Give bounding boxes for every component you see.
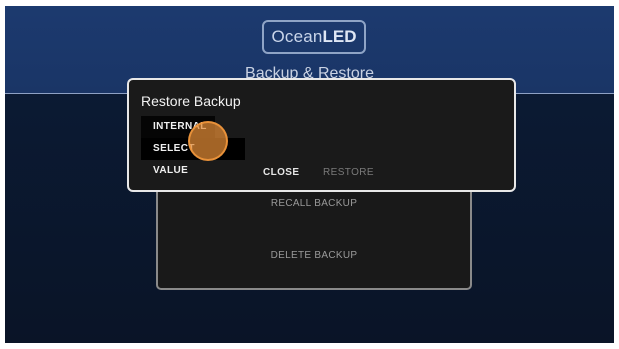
restore-button[interactable]: RESTORE xyxy=(323,167,374,178)
delete-backup-button[interactable]: DELETE BACKUP xyxy=(158,250,470,261)
recall-backup-button[interactable]: RECALL BACKUP xyxy=(158,198,470,209)
touch-indicator-icon xyxy=(188,121,228,161)
app-screen: Ocean LED Backup & Restore RECALL BACKUP … xyxy=(5,6,614,343)
restore-backup-dialog: Restore Backup INTERNAL SELECT VALUE CLO… xyxy=(127,78,516,192)
logo-text-led: LED xyxy=(322,27,357,46)
logo-text-ocean: Ocean xyxy=(271,27,323,46)
close-button[interactable]: CLOSE xyxy=(263,167,299,178)
dialog-title: Restore Backup xyxy=(141,93,241,109)
oceanled-logo: Ocean LED xyxy=(262,20,366,54)
